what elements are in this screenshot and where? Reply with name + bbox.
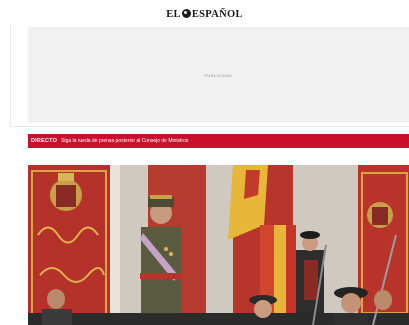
live-news-bar[interactable]: DIRECTO Siga la rueda de prensa posterio… bbox=[28, 134, 409, 148]
gutter-line bbox=[10, 24, 11, 126]
live-tag: DIRECTO bbox=[31, 138, 58, 144]
live-headline: Siga la rueda de prensa posterior al Con… bbox=[61, 138, 189, 144]
masthead: EL ESPAÑOL bbox=[0, 0, 409, 24]
news-photo-image bbox=[28, 165, 409, 325]
ad-slot[interactable]: PUBLICIDAD bbox=[28, 27, 409, 123]
logo-text-left: EL bbox=[166, 9, 181, 20]
ad-label: PUBLICIDAD bbox=[204, 73, 233, 78]
divider bbox=[10, 126, 409, 127]
site-logo[interactable]: EL ESPAÑOL bbox=[0, 9, 409, 20]
lead-news-photo[interactable] bbox=[28, 165, 409, 325]
globe-icon bbox=[181, 9, 191, 18]
logo-text-right: ESPAÑOL bbox=[191, 9, 243, 20]
